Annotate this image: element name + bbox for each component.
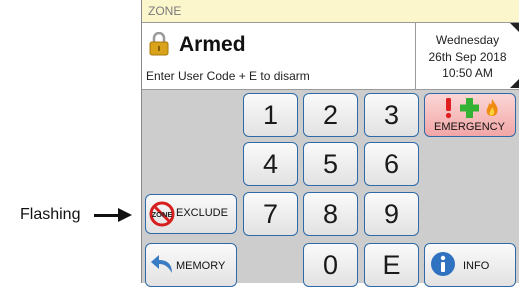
key-9[interactable]: 9 xyxy=(364,192,419,236)
day-text: Wednesday xyxy=(435,33,500,47)
info-button[interactable]: INFO xyxy=(424,243,516,287)
key-0[interactable]: 0 xyxy=(303,243,358,287)
corner-marker-icon xyxy=(510,23,519,32)
key-1[interactable]: 1 xyxy=(243,93,298,137)
exclamation-icon xyxy=(445,98,452,119)
info-icon xyxy=(431,252,455,276)
key-6[interactable]: 6 xyxy=(364,142,419,186)
emergency-icons xyxy=(445,98,498,119)
key-4[interactable]: 4 xyxy=(243,142,298,186)
arm-status-text: Armed xyxy=(179,33,246,56)
key-5[interactable]: 5 xyxy=(303,142,358,186)
emergency-button[interactable]: EMERGENCY xyxy=(424,93,516,137)
info-label: INFO xyxy=(463,260,490,272)
zone-label: ZONE xyxy=(148,4,182,18)
key-3[interactable]: 3 xyxy=(364,93,419,137)
exclude-button[interactable]: ZONE EXCLUDE xyxy=(145,194,237,234)
flashing-arrowhead-icon xyxy=(118,208,132,222)
flashing-annotation-label: Flashing xyxy=(20,206,81,223)
medical-cross-icon xyxy=(460,98,479,118)
no-zone-icon-text: ZONE xyxy=(152,210,173,219)
no-zone-icon: ZONE xyxy=(149,201,175,227)
memory-label: MEMORY xyxy=(176,260,226,272)
zone-bar xyxy=(142,0,519,23)
corner-marker-icon xyxy=(510,79,519,88)
time-text: 10:50 AM xyxy=(442,66,493,80)
date-text: 26th Sep 2018 xyxy=(428,50,507,64)
padlock-icon xyxy=(149,32,169,56)
emergency-label: EMERGENCY xyxy=(434,121,505,133)
key-7[interactable]: 7 xyxy=(243,192,298,236)
back-arrow-icon xyxy=(151,255,172,273)
instruction-text: Enter User Code + E to disarm xyxy=(146,69,310,83)
flashing-arrow-icon xyxy=(94,214,120,217)
datetime-box: Wednesday 26th Sep 2018 10:50 AM xyxy=(416,23,519,90)
key-e[interactable]: E xyxy=(364,243,419,287)
key-2[interactable]: 2 xyxy=(303,93,358,137)
key-8[interactable]: 8 xyxy=(303,192,358,236)
memory-button[interactable]: MEMORY xyxy=(145,243,237,287)
fire-icon xyxy=(486,99,498,116)
exclude-label: EXCLUDE xyxy=(176,207,228,219)
